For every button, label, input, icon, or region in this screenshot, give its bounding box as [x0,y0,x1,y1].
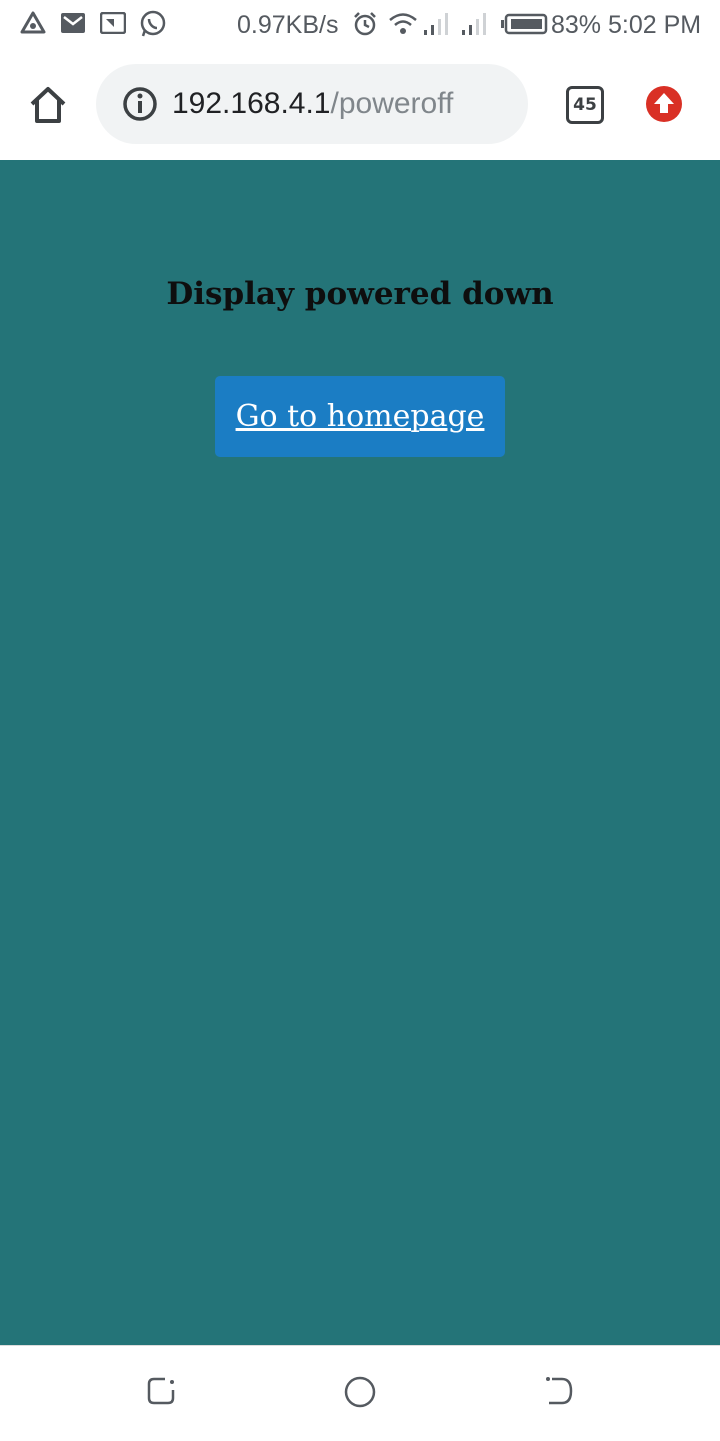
clock: 5:02 PM [608,11,702,39]
recent-apps-icon[interactable] [146,1376,176,1406]
whatsapp-icon [140,10,166,37]
gmail-icon [61,13,85,33]
wifi-icon [389,13,417,34]
status-bar: 0.97KB/s 83% 5:02 PM [0,0,720,50]
update-icon[interactable] [645,85,683,123]
home-icon[interactable] [344,1376,376,1408]
go-to-homepage-button[interactable]: Go to homepage [215,376,505,457]
page-content: Display powered down Go to homepage [0,160,720,1345]
alarm-icon [354,12,376,36]
url-host: 192.168.4.1 [172,87,331,120]
home-button[interactable] [28,85,68,125]
tab-count: 45 [573,95,597,115]
url-text[interactable]: 192.168.4.1/poweroff [172,86,453,122]
info-icon[interactable] [122,86,158,122]
battery-icon [501,13,548,35]
cast-icon [100,12,126,34]
back-icon[interactable] [544,1376,574,1406]
url-path: /poweroff [330,87,454,120]
signal-icon [462,13,486,35]
tab-switcher-button[interactable]: 45 [566,86,604,124]
browser-toolbar: 192.168.4.1/poweroff 45 [0,50,720,160]
battery-percent: 83% [551,11,602,39]
signal-icon [424,13,448,35]
network-speed: 0.97KB/s [237,11,339,39]
address-bar[interactable]: 192.168.4.1/poweroff [96,64,528,144]
delta-icon [20,11,46,34]
page-heading: Display powered down [166,276,554,312]
navigation-bar [0,1345,720,1441]
